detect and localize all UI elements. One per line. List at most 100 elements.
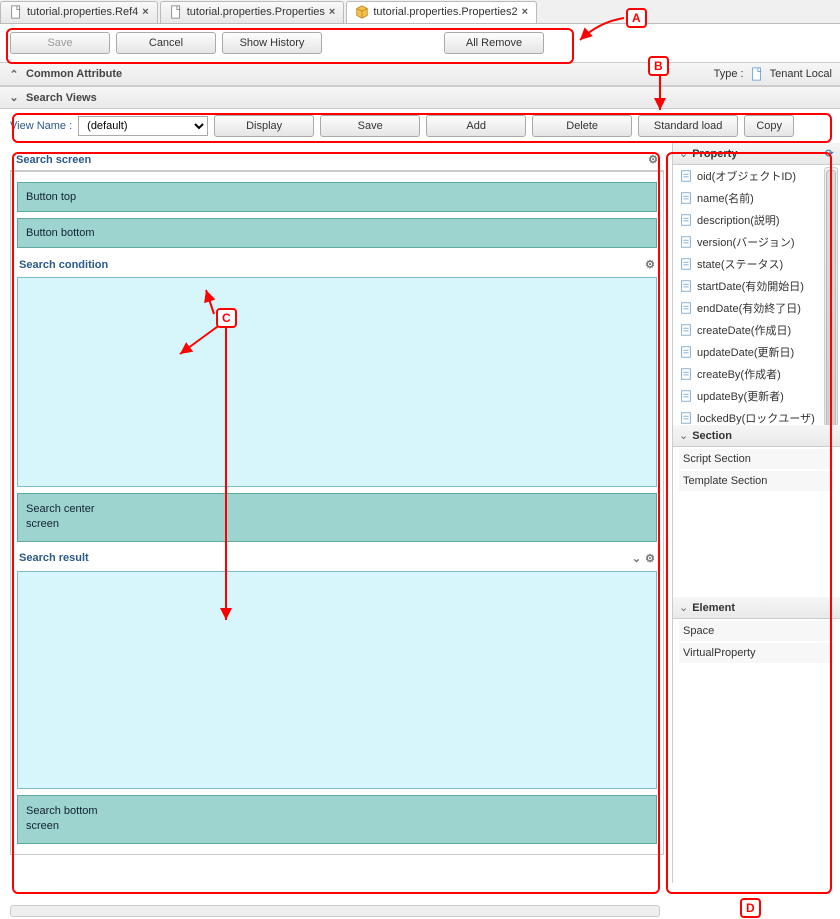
common-attribute-header[interactable]: ⌃ Common Attribute Type : Tenant Local bbox=[0, 62, 840, 86]
search-views-header[interactable]: ⌄ Search Views bbox=[0, 86, 840, 109]
close-icon[interactable]: × bbox=[522, 6, 528, 18]
tab-label: tutorial.properties.Ref4 bbox=[27, 6, 138, 18]
view-name-select[interactable]: (default) bbox=[78, 116, 208, 136]
refresh-icon[interactable]: ⟳ bbox=[825, 147, 834, 160]
tab-properties2[interactable]: tutorial.properties.Properties2 × bbox=[346, 1, 537, 23]
scrollbar-horizontal[interactable] bbox=[10, 905, 660, 917]
property-icon bbox=[679, 301, 693, 315]
property-item[interactable]: version(バージョン) bbox=[673, 231, 840, 253]
property-item[interactable]: createBy(作成者) bbox=[673, 363, 840, 385]
section-item[interactable]: Template Section bbox=[679, 471, 834, 491]
property-item[interactable]: endDate(有効終了日) bbox=[673, 297, 840, 319]
scrollbar-vertical[interactable] bbox=[824, 167, 838, 425]
search-bottom-slot[interactable]: Search bottom screen bbox=[17, 795, 657, 844]
section-title: Common Attribute bbox=[26, 68, 122, 80]
property-icon bbox=[679, 257, 693, 271]
property-label: endDate(有効終了日) bbox=[697, 300, 801, 316]
section-list: Script SectionTemplate Section bbox=[673, 447, 840, 597]
close-icon[interactable]: × bbox=[142, 6, 148, 18]
file-icon bbox=[750, 67, 764, 81]
property-item[interactable]: updateBy(更新者) bbox=[673, 385, 840, 407]
search-screen-panel: Button top Button bottom Search conditio… bbox=[10, 171, 664, 855]
property-panel-header[interactable]: ⌄ Property ⟳ bbox=[673, 143, 840, 165]
slot-line1: Search bottom bbox=[26, 804, 648, 819]
main-content: Search screen ⚙ Button top Button bottom… bbox=[0, 143, 840, 883]
delete-view-button[interactable]: Delete bbox=[532, 115, 632, 137]
gear-icon[interactable]: ⚙ bbox=[648, 153, 658, 166]
property-label: state(ステータス) bbox=[697, 256, 783, 272]
show-history-button[interactable]: Show History bbox=[222, 32, 322, 54]
property-icon bbox=[679, 213, 693, 227]
tab-bar: tutorial.properties.Ref4 × tutorial.prop… bbox=[0, 0, 840, 24]
section-item[interactable]: Script Section bbox=[679, 449, 834, 469]
property-item[interactable]: state(ステータス) bbox=[673, 253, 840, 275]
gear-icon[interactable]: ⚙ bbox=[645, 552, 655, 565]
view-name-label: View Name : bbox=[10, 120, 72, 132]
cube-icon bbox=[355, 5, 369, 19]
annotation-label-d: D bbox=[740, 898, 761, 918]
element-panel-header[interactable]: ⌄ Element bbox=[673, 597, 840, 619]
property-item[interactable]: name(名前) bbox=[673, 187, 840, 209]
property-item[interactable]: updateDate(更新日) bbox=[673, 341, 840, 363]
button-top-slot[interactable]: Button top bbox=[17, 182, 657, 212]
search-views-toolbar: View Name : (default) Display Save Add D… bbox=[0, 109, 840, 143]
property-icon bbox=[679, 345, 693, 359]
property-label: createDate(作成日) bbox=[697, 322, 791, 338]
add-view-button[interactable]: Add bbox=[426, 115, 526, 137]
slot-line1: Search center bbox=[26, 502, 648, 517]
search-screen-column: Search screen ⚙ Button top Button bottom… bbox=[0, 143, 672, 883]
property-label: description(説明) bbox=[697, 212, 780, 228]
side-panels: ⌄ Property ⟳ oid(オブジェクトID) name(名前) descri… bbox=[672, 143, 840, 883]
expand-icon: ⌄ bbox=[679, 429, 688, 442]
tab-properties[interactable]: tutorial.properties.Properties × bbox=[160, 1, 345, 23]
cancel-button[interactable]: Cancel bbox=[116, 32, 216, 54]
property-icon bbox=[679, 169, 693, 183]
slot-line2: screen bbox=[26, 819, 648, 834]
expand-icon: ⌄ bbox=[8, 91, 20, 104]
save-view-button[interactable]: Save bbox=[320, 115, 420, 137]
gear-icon[interactable]: ⚙ bbox=[645, 258, 655, 271]
property-icon bbox=[679, 367, 693, 381]
slot-line2: screen bbox=[26, 517, 648, 532]
type-label: Type : bbox=[714, 68, 744, 80]
property-item[interactable]: createDate(作成日) bbox=[673, 319, 840, 341]
type-value: Tenant Local bbox=[770, 68, 832, 80]
property-label: updateDate(更新日) bbox=[697, 344, 794, 360]
section-panel-header[interactable]: ⌄ Section bbox=[673, 425, 840, 447]
property-label: name(名前) bbox=[697, 190, 754, 206]
expand-icon: ⌄ bbox=[679, 147, 688, 160]
property-item[interactable]: oid(オブジェクトID) bbox=[673, 165, 840, 187]
property-item[interactable]: startDate(有効開始日) bbox=[673, 275, 840, 297]
property-icon bbox=[679, 411, 693, 425]
search-result-area[interactable] bbox=[17, 571, 657, 789]
element-list: SpaceVirtualProperty bbox=[673, 619, 840, 883]
element-item[interactable]: Space bbox=[679, 621, 834, 641]
standard-load-button[interactable]: Standard load bbox=[638, 115, 738, 137]
file-icon bbox=[9, 5, 23, 19]
display-button[interactable]: Display bbox=[214, 115, 314, 137]
property-label: createBy(作成者) bbox=[697, 366, 781, 382]
property-item[interactable]: lockedBy(ロックユーザ) bbox=[673, 407, 840, 425]
property-icon bbox=[679, 191, 693, 205]
file-icon bbox=[169, 5, 183, 19]
tab-ref4[interactable]: tutorial.properties.Ref4 × bbox=[0, 1, 158, 23]
search-condition-header: Search condition ⚙ bbox=[15, 254, 659, 273]
copy-view-button[interactable]: Copy bbox=[744, 115, 794, 137]
search-center-slot[interactable]: Search center screen bbox=[17, 493, 657, 542]
panel-title: Property bbox=[692, 148, 737, 160]
expand-icon: ⌄ bbox=[679, 601, 688, 614]
panel-title: Search screen bbox=[16, 154, 91, 166]
property-icon bbox=[679, 323, 693, 337]
panel-title: Element bbox=[692, 602, 735, 614]
button-bottom-slot[interactable]: Button bottom bbox=[17, 218, 657, 248]
all-remove-button[interactable]: All Remove bbox=[444, 32, 544, 54]
save-button[interactable]: Save bbox=[10, 32, 110, 54]
close-icon[interactable]: × bbox=[329, 6, 335, 18]
property-label: updateBy(更新者) bbox=[697, 388, 784, 404]
search-result-header: Search result ⌄ ⚙ bbox=[15, 548, 659, 567]
property-item[interactable]: description(説明) bbox=[673, 209, 840, 231]
search-condition-area[interactable] bbox=[17, 277, 657, 487]
element-item[interactable]: VirtualProperty bbox=[679, 643, 834, 663]
chevron-down-icon[interactable]: ⌄ bbox=[632, 552, 641, 565]
main-toolbar: Save Cancel Show History All Remove bbox=[0, 24, 840, 62]
